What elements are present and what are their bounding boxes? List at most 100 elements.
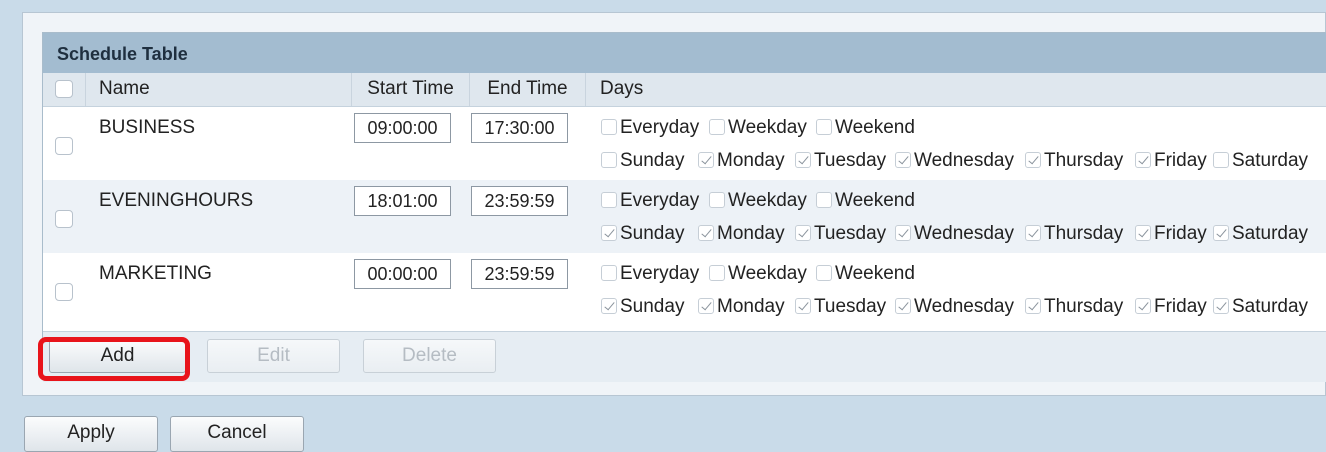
weekend-checkbox[interactable] — [816, 265, 832, 281]
start-time-input[interactable]: 09:00:00 — [354, 113, 451, 143]
day-option-friday[interactable]: Friday — [1135, 223, 1207, 245]
schedule-name: BUSINESS — [99, 117, 196, 138]
tuesday-checkbox[interactable] — [795, 152, 811, 168]
everyday-checkbox[interactable] — [601, 192, 617, 208]
monday-checkbox[interactable] — [698, 152, 714, 168]
tuesday-checkbox[interactable] — [795, 298, 811, 314]
everyday-checkbox[interactable] — [601, 265, 617, 281]
saturday-checkbox[interactable] — [1213, 298, 1229, 314]
day-option-sunday[interactable]: Sunday — [601, 296, 684, 318]
apply-button[interactable]: Apply — [24, 416, 158, 452]
monday-checkbox[interactable] — [698, 225, 714, 241]
column-header-end-time: End Time — [469, 73, 585, 106]
everyday-checkbox[interactable] — [601, 119, 617, 135]
tuesday-checkbox[interactable] — [795, 225, 811, 241]
tuesday-label: Tuesday — [814, 296, 887, 317]
day-option-tuesday[interactable]: Tuesday — [795, 150, 886, 172]
end-time-input[interactable]: 17:30:00 — [471, 113, 568, 143]
edit-button[interactable]: Edit — [207, 339, 340, 373]
wednesday-checkbox[interactable] — [895, 152, 911, 168]
start-time-input[interactable]: 00:00:00 — [354, 259, 451, 289]
wednesday-checkbox[interactable] — [895, 225, 911, 241]
weekday-label: Weekday — [728, 263, 807, 284]
add-button-highlight — [38, 337, 190, 381]
everyday-option[interactable]: Everyday — [601, 117, 699, 139]
everyday-option[interactable]: Everyday — [601, 263, 699, 285]
weekday-label: Weekday — [728, 190, 807, 211]
day-option-saturday[interactable]: Saturday — [1213, 223, 1308, 245]
table-header-row: Name Start Time End Time Days — [43, 73, 1326, 107]
delete-button[interactable]: Delete — [363, 339, 496, 373]
table-title: Schedule Table — [43, 33, 1326, 73]
saturday-label: Saturday — [1232, 296, 1309, 317]
weekend-label: Weekend — [835, 190, 915, 211]
weekend-checkbox[interactable] — [816, 192, 832, 208]
column-header-name: Name — [85, 73, 351, 106]
day-option-monday[interactable]: Monday — [698, 223, 785, 245]
schedule-name: MARKETING — [99, 263, 212, 284]
sunday-checkbox[interactable] — [601, 298, 617, 314]
sunday-label: Sunday — [620, 223, 685, 244]
weekday-label: Weekday — [728, 117, 807, 138]
day-option-thursday[interactable]: Thursday — [1025, 296, 1123, 318]
day-option-monday[interactable]: Monday — [698, 296, 785, 318]
day-option-wednesday[interactable]: Wednesday — [895, 296, 1014, 318]
thursday-checkbox[interactable] — [1025, 152, 1041, 168]
wednesday-label: Wednesday — [914, 150, 1014, 171]
day-option-saturday[interactable]: Saturday — [1213, 150, 1308, 172]
day-option-tuesday[interactable]: Tuesday — [795, 296, 886, 318]
everyday-option[interactable]: Everyday — [601, 190, 699, 212]
weekday-option[interactable]: Weekday — [709, 117, 807, 139]
day-option-monday[interactable]: Monday — [698, 150, 785, 172]
weekend-option[interactable]: Weekend — [816, 263, 915, 285]
end-time-input[interactable]: 23:59:59 — [471, 186, 568, 216]
cancel-button[interactable]: Cancel — [170, 416, 304, 452]
day-option-tuesday[interactable]: Tuesday — [795, 223, 886, 245]
wednesday-label: Wednesday — [914, 223, 1014, 244]
table-actions-bar: Add Edit Delete — [43, 331, 1326, 382]
row-select-checkbox[interactable] — [55, 283, 73, 301]
weekday-checkbox[interactable] — [709, 192, 725, 208]
end-time-input[interactable]: 23:59:59 — [471, 259, 568, 289]
monday-label: Monday — [717, 223, 785, 244]
thursday-label: Thursday — [1044, 223, 1124, 244]
day-option-thursday[interactable]: Thursday — [1025, 223, 1123, 245]
saturday-checkbox[interactable] — [1213, 152, 1229, 168]
day-option-sunday[interactable]: Sunday — [601, 150, 684, 172]
weekend-option[interactable]: Weekend — [816, 190, 915, 212]
weekend-option[interactable]: Weekend — [816, 117, 915, 139]
wednesday-checkbox[interactable] — [895, 298, 911, 314]
sunday-checkbox[interactable] — [601, 152, 617, 168]
column-header-days: Days — [585, 73, 1326, 106]
friday-checkbox[interactable] — [1135, 152, 1151, 168]
saturday-checkbox[interactable] — [1213, 225, 1229, 241]
friday-checkbox[interactable] — [1135, 225, 1151, 241]
day-option-thursday[interactable]: Thursday — [1025, 150, 1123, 172]
weekday-option[interactable]: Weekday — [709, 190, 807, 212]
day-option-wednesday[interactable]: Wednesday — [895, 150, 1014, 172]
weekday-option[interactable]: Weekday — [709, 263, 807, 285]
day-option-saturday[interactable]: Saturday — [1213, 296, 1308, 318]
monday-checkbox[interactable] — [698, 298, 714, 314]
row-select-checkbox[interactable] — [55, 210, 73, 228]
table-row: MARKETING 00:00:00 23:59:59 Everyday Weekday… — [43, 253, 1326, 326]
select-all-checkbox[interactable] — [55, 80, 73, 98]
weekday-checkbox[interactable] — [709, 265, 725, 281]
thursday-checkbox[interactable] — [1025, 225, 1041, 241]
everyday-label: Everyday — [620, 263, 700, 284]
thursday-checkbox[interactable] — [1025, 298, 1041, 314]
day-option-sunday[interactable]: Sunday — [601, 223, 684, 245]
day-option-friday[interactable]: Friday — [1135, 296, 1207, 318]
everyday-label: Everyday — [620, 190, 700, 211]
weekend-checkbox[interactable] — [816, 119, 832, 135]
friday-checkbox[interactable] — [1135, 298, 1151, 314]
row-select-checkbox[interactable] — [55, 137, 73, 155]
start-time-input[interactable]: 18:01:00 — [354, 186, 451, 216]
weekday-checkbox[interactable] — [709, 119, 725, 135]
thursday-label: Thursday — [1044, 296, 1124, 317]
day-option-friday[interactable]: Friday — [1135, 150, 1207, 172]
thursday-label: Thursday — [1044, 150, 1124, 171]
day-option-wednesday[interactable]: Wednesday — [895, 223, 1014, 245]
friday-label: Friday — [1154, 296, 1207, 317]
sunday-checkbox[interactable] — [601, 225, 617, 241]
